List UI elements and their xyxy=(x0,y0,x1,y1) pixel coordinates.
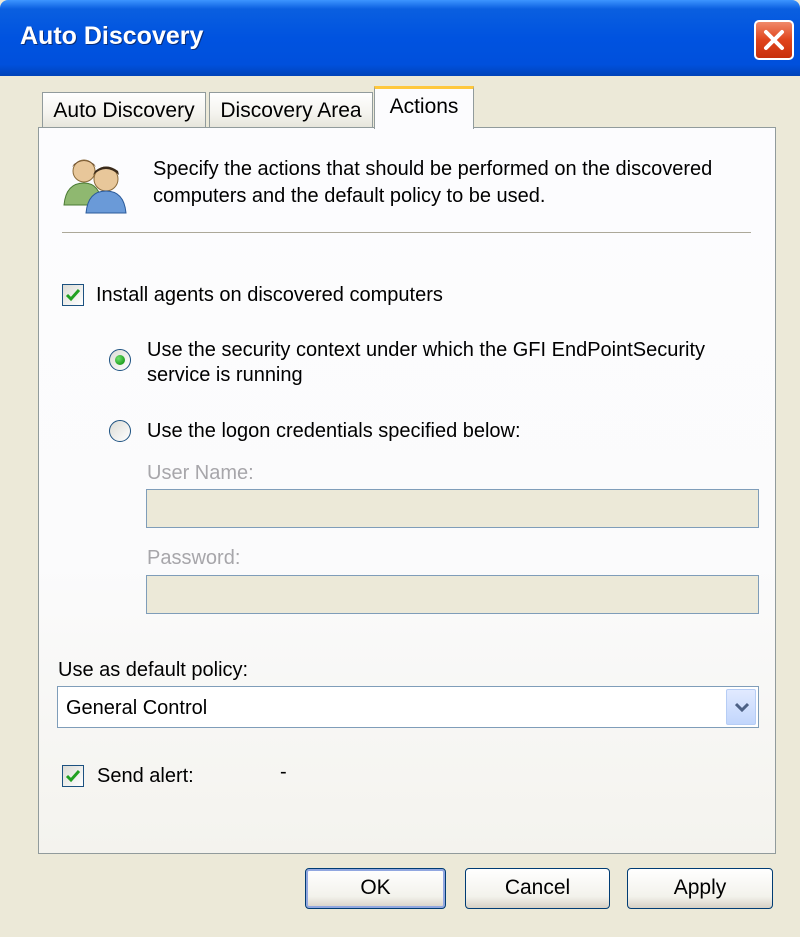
default-policy-select[interactable]: General Control xyxy=(57,686,759,728)
header-divider xyxy=(62,232,751,233)
cancel-button[interactable]: Cancel xyxy=(465,868,610,909)
close-icon xyxy=(764,30,784,50)
default-policy-label: Use as default policy: xyxy=(58,659,249,681)
security-context-radio[interactable] xyxy=(109,349,131,371)
tab-auto-discovery[interactable]: Auto Discovery xyxy=(42,92,206,128)
username-label: User Name: xyxy=(147,462,254,484)
description-line-1: Specify the actions that should be perfo… xyxy=(153,158,713,180)
send-alert-extra: - xyxy=(280,761,287,783)
security-context-label-line-2[interactable]: service is running xyxy=(147,363,303,387)
tab-label: Actions xyxy=(389,95,459,118)
close-button[interactable] xyxy=(754,20,794,60)
title-bar[interactable]: Auto Discovery xyxy=(0,0,800,76)
password-label: Password: xyxy=(147,547,241,569)
tab-label: Discovery Area xyxy=(220,99,362,122)
tab-label: Auto Discovery xyxy=(53,99,195,122)
send-alert-checkbox[interactable] xyxy=(62,765,84,787)
install-agents-checkbox[interactable] xyxy=(62,284,84,306)
install-agents-label[interactable]: Install agents on discovered computers xyxy=(96,283,443,307)
username-input[interactable] xyxy=(146,489,759,528)
logon-credentials-radio[interactable] xyxy=(109,420,131,442)
radio-selected-dot xyxy=(115,355,125,365)
dropdown-arrow-button[interactable] xyxy=(726,689,756,725)
ok-button[interactable]: OK xyxy=(305,868,446,909)
users-icon xyxy=(63,159,127,214)
tab-discovery-area[interactable]: Discovery Area xyxy=(209,92,373,128)
checkmark-icon xyxy=(65,770,81,783)
send-alert-label[interactable]: Send alert: xyxy=(97,764,194,788)
auto-discovery-dialog: Auto Discovery Auto Discovery Discovery … xyxy=(0,0,800,937)
default-policy-value: General Control xyxy=(66,697,208,719)
security-context-label-line-1[interactable]: Use the security context under which the… xyxy=(147,338,705,362)
tab-actions[interactable]: Actions xyxy=(374,86,474,129)
password-input[interactable] xyxy=(146,575,759,614)
chevron-down-icon xyxy=(735,702,749,712)
logon-credentials-label[interactable]: Use the logon credentials specified belo… xyxy=(147,419,521,443)
description-line-2: computers and the default policy to be u… xyxy=(153,185,546,207)
window-title: Auto Discovery xyxy=(20,22,204,50)
checkmark-icon xyxy=(65,289,81,302)
apply-button[interactable]: Apply xyxy=(627,868,773,909)
